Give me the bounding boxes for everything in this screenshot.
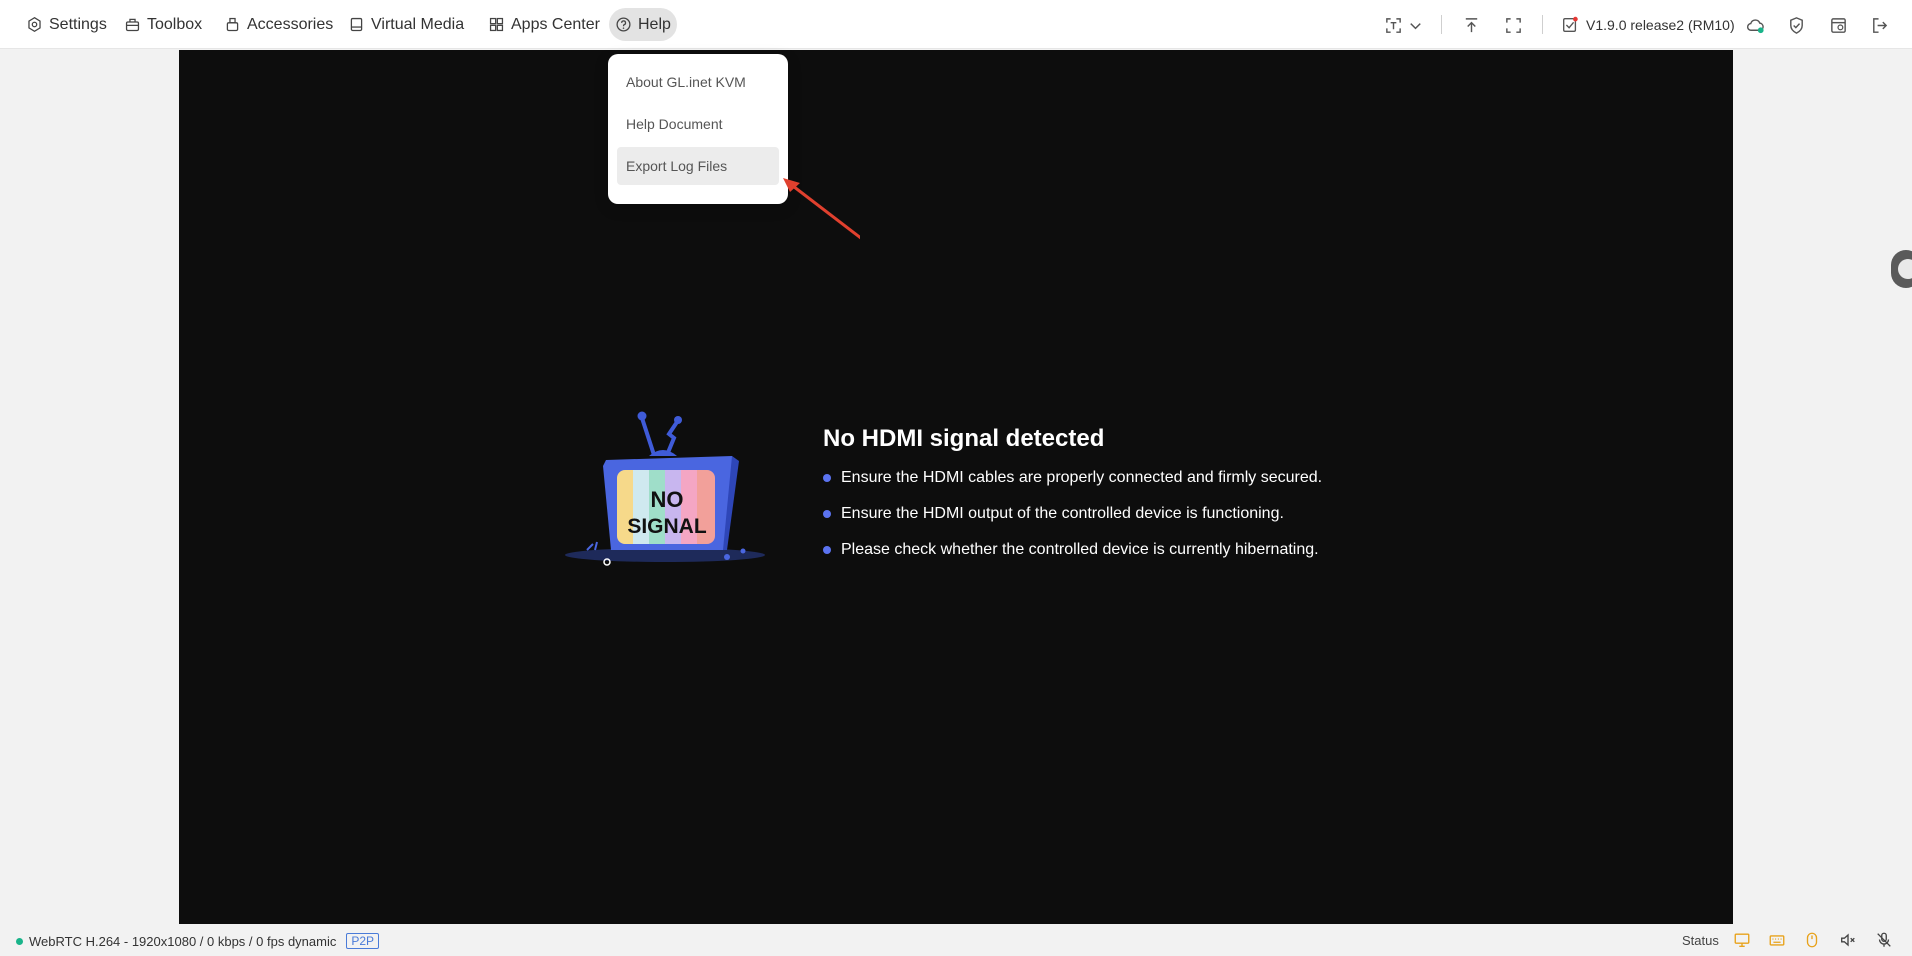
logout-icon [1872,17,1887,33]
virtual-media-icon [350,17,363,32]
keyboard-icon [1769,935,1785,946]
microphone-muted-icon [1877,932,1891,947]
assistant-avatar-icon [1898,259,1912,279]
bullet-icon [823,474,831,482]
nav-settings[interactable]: Settings [20,8,113,41]
tip-item: Please check whether the controlled devi… [823,540,1322,576]
remote-icon [1830,17,1846,33]
firmware-update-icon [1563,16,1578,32]
audio-status-button[interactable] [1838,931,1858,949]
help-dropdown-menu: About GL.inet KVM Help Document Export L… [608,54,788,204]
help-icon [616,17,631,32]
toolbox-icon [125,18,140,32]
remote-access-button[interactable] [1827,14,1849,36]
nav-help[interactable]: Help [609,8,677,41]
upload-icon [1465,17,1477,32]
monitor-status-button[interactable] [1732,931,1752,949]
cloud-icon [1746,18,1764,33]
tip-text: Ensure the HDMI output of the controlled… [841,505,1284,522]
side-panel-handle[interactable] [1891,250,1912,288]
firmware-version-text: V1.9.0 release2 (RM10) [1586,17,1735,33]
annotation-arrow-icon [783,178,860,240]
status-label: Status [1682,933,1719,948]
fullscreen-icon [1505,17,1521,33]
nav-apps-center[interactable]: Apps Center [482,8,606,41]
menu-item-about[interactable]: About GL.inet KVM [617,63,779,101]
accessories-icon [226,17,239,32]
chevron-down-icon [1409,22,1421,29]
no-signal-tips: Ensure the HDMI cables are properly conn… [823,468,1322,576]
shield-icon [1789,16,1803,34]
mouse-icon [1806,932,1818,948]
tv-text-no: NO [651,487,684,512]
upload-button[interactable] [1460,14,1482,36]
nav-settings-label: Settings [49,15,107,33]
screen-capture-icon [1385,17,1401,33]
nav-apps-center-label: Apps Center [511,15,600,33]
nav-toolbox[interactable]: Toolbox [118,8,208,41]
tip-text: Ensure the HDMI cables are properly conn… [841,469,1323,486]
tip-item: Ensure the HDMI cables are properly conn… [823,468,1322,504]
no-signal-title: No HDMI signal detected [823,425,1105,452]
firmware-version[interactable]: V1.9.0 release2 (RM10) [1561,14,1735,36]
nav-accessories-label: Accessories [247,15,334,33]
connection-status-dot [16,937,23,945]
monitor-icon [1734,933,1750,947]
mouse-status-button[interactable] [1802,931,1822,949]
settings-icon [28,16,41,33]
apps-center-icon [489,17,504,32]
logout-button[interactable] [1868,14,1890,36]
cloud-button[interactable] [1744,14,1766,36]
nav-accessories[interactable]: Accessories [218,8,339,41]
bullet-icon [823,510,831,518]
security-button[interactable] [1785,14,1807,36]
capture-dropdown-button[interactable] [1404,14,1426,36]
tv-text-signal: SIGNAL [627,515,707,538]
keyboard-status-button[interactable] [1767,931,1787,949]
screen-capture-button[interactable] [1382,14,1404,36]
video-stream-area[interactable]: NO SIGNAL No HDMI signal detected Ensure… [179,50,1733,924]
nav-virtual-media[interactable]: Virtual Media [342,8,470,41]
toolbar-divider [1542,15,1543,34]
tip-item: Ensure the HDMI output of the controlled… [823,504,1322,540]
status-bar: WebRTC H.264 - 1920x1080 / 0 kbps / 0 fp… [0,924,1912,956]
bullet-icon [823,546,831,554]
nav-toolbox-label: Toolbox [147,15,203,33]
stream-info: WebRTC H.264 - 1920x1080 / 0 kbps / 0 fp… [16,933,380,949]
menu-item-help-document[interactable]: Help Document [617,105,779,143]
stream-info-text: WebRTC H.264 - 1920x1080 / 0 kbps / 0 fp… [29,933,337,949]
top-navigation-bar: Settings Toolbox Accessories Virtual Med… [0,0,1912,49]
speaker-muted-icon [1841,933,1855,947]
nav-virtual-media-label: Virtual Media [371,15,465,33]
p2p-badge: P2P [346,933,380,949]
menu-item-export-log-files[interactable]: Export Log Files [617,147,779,185]
microphone-status-button[interactable] [1874,931,1894,949]
fullscreen-button[interactable] [1502,14,1524,36]
tip-text: Please check whether the controlled devi… [841,541,1319,558]
no-signal-tv-illustration: NO SIGNAL [565,411,765,566]
toolbar-divider [1441,15,1442,34]
nav-help-label: Help [638,15,671,33]
